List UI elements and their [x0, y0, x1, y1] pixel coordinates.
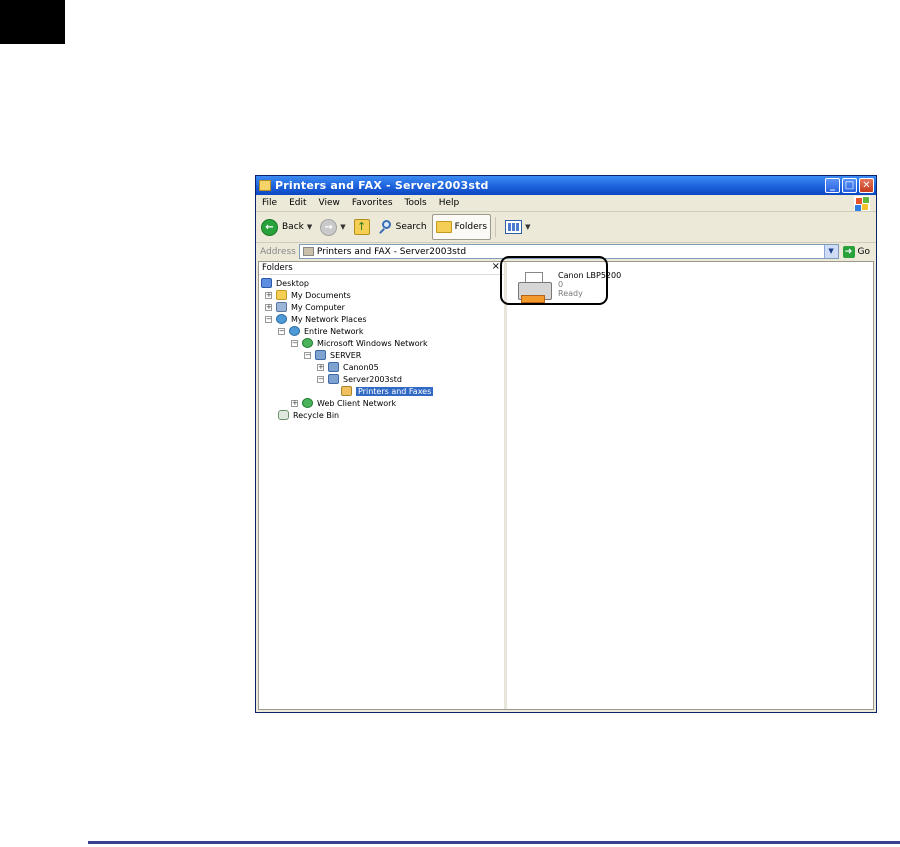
page-bottom-rule — [88, 841, 900, 844]
tree-item-label: SERVER — [330, 350, 362, 360]
recycle-bin-icon — [278, 410, 289, 420]
printers-folder-icon — [302, 247, 314, 256]
collapse-icon[interactable]: − — [291, 339, 298, 347]
address-value: Printers and FAX - Server2003std — [316, 246, 467, 257]
search-icon — [378, 219, 393, 235]
go-arrow-icon: ➜ — [842, 245, 855, 258]
tree-item-my-network-places[interactable]: − My Network Places — [265, 313, 367, 325]
forward-arrow-icon: → — [320, 218, 338, 236]
menu-help[interactable]: Help — [433, 198, 466, 208]
minimize-button[interactable]: _ — [825, 178, 840, 193]
go-label: Go — [857, 246, 870, 257]
search-button[interactable]: Search — [375, 215, 430, 239]
tree-item-label: Server2003std — [343, 374, 402, 384]
go-button[interactable]: ➜ Go — [839, 245, 876, 258]
back-dropdown-icon[interactable]: ▼ — [307, 223, 312, 231]
menu-edit[interactable]: Edit — [283, 198, 312, 208]
tree-item-printers-and-faxes[interactable]: Printers and Faxes — [341, 385, 434, 397]
close-button[interactable]: ✕ — [859, 178, 874, 193]
windows-network-icon — [302, 338, 313, 348]
views-icon — [505, 220, 523, 234]
tree-item-microsoft-windows-network[interactable]: − Microsoft Windows Network — [291, 337, 428, 349]
toolbar: ← Back ▼ → ▼ ↑ Search Folders ▼ — [256, 212, 876, 243]
expand-icon[interactable]: + — [291, 399, 298, 407]
my-computer-icon — [276, 302, 287, 312]
folder-app-icon — [259, 180, 271, 191]
tree-item-label: Desktop — [276, 278, 309, 288]
printers-folder-icon — [341, 386, 352, 396]
maximize-button[interactable]: □ — [842, 178, 857, 193]
views-button[interactable]: ▼ — [502, 215, 533, 239]
computer-icon — [328, 374, 339, 384]
folders-pane-header: Folders × — [259, 261, 504, 275]
address-label: Address — [260, 246, 296, 257]
views-dropdown-icon[interactable]: ▼ — [525, 223, 530, 231]
entire-network-icon — [289, 326, 300, 336]
folders-label: Folders — [454, 222, 488, 232]
folders-pane-title: Folders — [262, 263, 293, 273]
tree-item-label: My Network Places — [291, 314, 367, 324]
expand-icon[interactable]: + — [265, 303, 272, 311]
computer-icon — [328, 362, 339, 372]
collapse-icon[interactable]: − — [304, 351, 311, 359]
forward-button[interactable]: → ▼ — [317, 215, 348, 239]
folders-pane-close-icon[interactable]: × — [492, 261, 500, 272]
back-button[interactable]: ← Back ▼ — [258, 215, 315, 239]
menu-file[interactable]: File — [256, 198, 283, 208]
tree-item-my-documents[interactable]: + My Documents — [265, 289, 351, 301]
web-client-icon — [302, 398, 313, 408]
back-arrow-icon: ← — [261, 218, 278, 236]
expand-icon[interactable]: + — [265, 291, 272, 299]
workgroup-icon — [315, 350, 326, 360]
window-controls: _ □ ✕ — [825, 178, 874, 193]
folders-pane: Folders × Desktop + My Documents + My Co… — [259, 261, 507, 709]
my-documents-icon — [276, 290, 287, 300]
menu-favorites[interactable]: Favorites — [346, 198, 399, 208]
tree-item-label: Printers and Faxes — [356, 386, 434, 396]
tree-item-server[interactable]: − SERVER — [304, 349, 361, 361]
folders-icon — [435, 221, 452, 233]
tree-item-entire-network[interactable]: − Entire Network — [278, 325, 363, 337]
tree-item-my-computer[interactable]: + My Computer — [265, 301, 345, 313]
collapse-icon[interactable]: − — [278, 327, 285, 335]
content-area: Folders × Desktop + My Documents + My Co… — [258, 261, 874, 710]
tree-item-label: Canon05 — [343, 362, 379, 372]
menu-view[interactable]: View — [313, 198, 346, 208]
printer-highlight-box — [500, 256, 608, 305]
tree-item-label: Entire Network — [304, 326, 364, 336]
collapse-icon[interactable]: − — [317, 375, 324, 383]
desktop-icon — [261, 278, 272, 288]
windows-logo-icon — [854, 196, 870, 211]
network-places-icon — [276, 314, 287, 324]
menu-tools[interactable]: Tools — [399, 198, 433, 208]
folders-button[interactable]: Folders — [431, 214, 492, 240]
tree-item-desktop[interactable]: Desktop — [261, 277, 309, 289]
forward-dropdown-icon[interactable]: ▼ — [340, 223, 345, 231]
address-dropdown-icon[interactable]: ▼ — [823, 245, 838, 258]
main-pane: Canon LBP5200 0 Ready — [507, 262, 873, 709]
tree-item-server2003std[interactable]: − Server2003std — [317, 373, 402, 385]
tree-item-canon05[interactable]: + Canon05 — [317, 361, 379, 373]
title-bar[interactable]: Printers and FAX - Server2003std _ □ ✕ — [256, 176, 876, 195]
tree-item-label: Recycle Bin — [293, 410, 340, 420]
menu-bar: File Edit View Favorites Tools Help — [256, 195, 876, 212]
tree-item-label: Microsoft Windows Network — [317, 338, 428, 348]
back-label: Back — [282, 222, 304, 232]
expand-icon[interactable]: + — [317, 363, 324, 371]
page-corner-marker — [0, 0, 65, 44]
up-folder-icon: ↑ — [353, 219, 370, 235]
search-label: Search — [395, 222, 427, 232]
up-folder-button[interactable]: ↑ — [351, 215, 373, 239]
toolbar-separator — [495, 217, 497, 237]
collapse-icon[interactable]: − — [265, 315, 272, 323]
tree-item-label: My Computer — [291, 302, 345, 312]
tree-item-recycle-bin[interactable]: Recycle Bin — [278, 409, 339, 421]
window-title: Printers and FAX - Server2003std — [275, 179, 489, 192]
tree-item-label: My Documents — [291, 290, 351, 300]
tree-item-label: Web Client Network — [317, 398, 397, 408]
tree-item-web-client-network[interactable]: + Web Client Network — [291, 397, 396, 409]
